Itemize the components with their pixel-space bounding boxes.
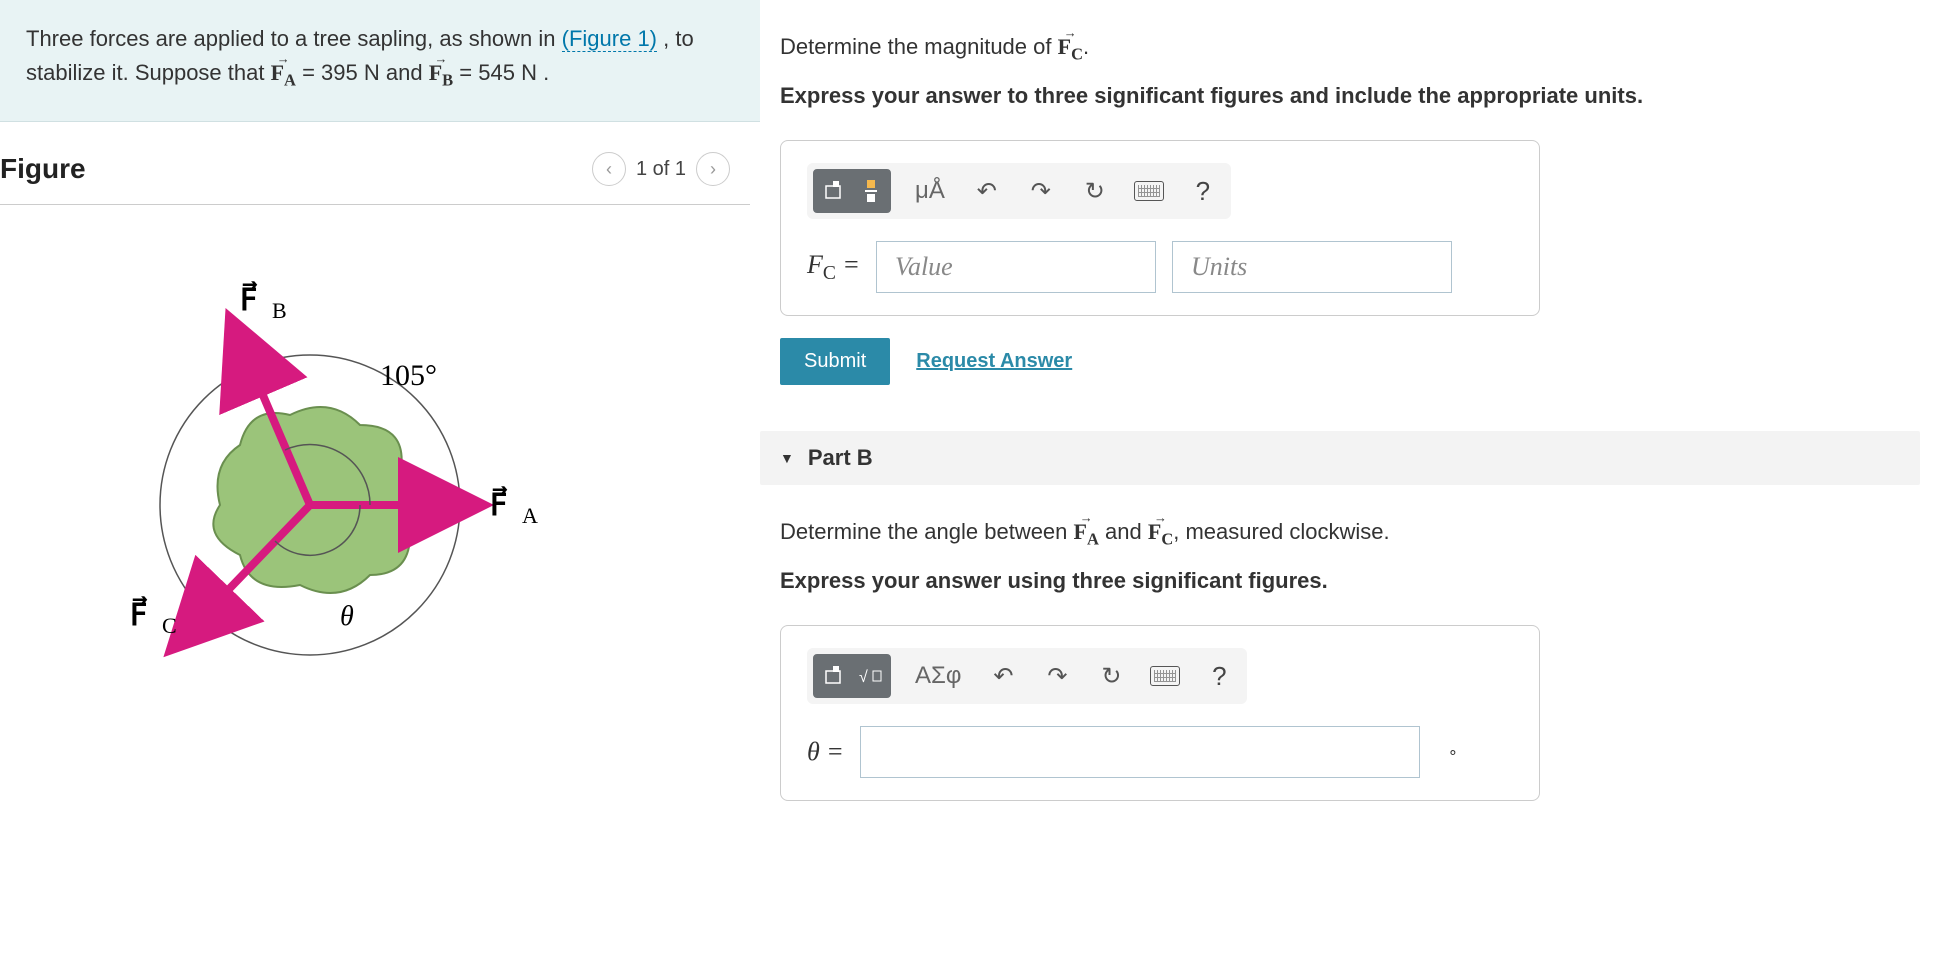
fraction-icon[interactable] [853, 171, 889, 211]
problem-intro: Three forces are applied to a tree sapli… [26, 26, 562, 51]
undo-icon-b[interactable]: ↶ [985, 656, 1021, 696]
svg-text:√: √ [859, 669, 868, 686]
vector-fa: →FA [271, 60, 296, 85]
parta-answer-box: μÅ ↶ ↷ ↻ ? FC = Value Units [780, 140, 1540, 316]
template-buttons-b: √ [813, 654, 891, 698]
problem-statement: Three forces are applied to a tree sapli… [0, 0, 760, 122]
figure-link[interactable]: (Figure 1) [562, 26, 657, 52]
undo-icon[interactable]: ↶ [969, 171, 1005, 211]
partb-prompt: Determine the angle between →FA and →FC,… [780, 515, 1920, 552]
vector-fc-prompt: →FC [1058, 34, 1083, 59]
fb-value: = 545 N . [453, 60, 549, 85]
degree-symbol: ∘ [1448, 742, 1458, 762]
request-answer-link[interactable]: Request Answer [916, 350, 1072, 373]
svg-text:A: A [522, 503, 538, 528]
prev-figure-button[interactable]: ‹ [592, 152, 626, 186]
template-buttons [813, 169, 891, 213]
template-rect-icon[interactable] [815, 171, 851, 211]
pager-label: 1 of 1 [636, 158, 686, 181]
problem-and: and [386, 60, 429, 85]
vector-fb: →FB [429, 60, 453, 85]
units-input[interactable]: Units [1172, 241, 1452, 293]
svg-text:C: C [162, 613, 177, 638]
partb-toolbar: √ ΑΣφ ↶ ↷ ↻ ? [807, 648, 1247, 704]
partb-instruction: Express your answer using three signific… [780, 564, 1920, 597]
svg-text:F⃗: F⃗ [490, 486, 507, 522]
partb-prompt-post: , measured clockwise. [1173, 519, 1389, 544]
svg-text:F⃗: F⃗ [240, 281, 257, 317]
parta-lhs: FC = [807, 250, 860, 285]
figure-heading: Figure [0, 153, 86, 185]
figure-diagram: F⃗ B 105° F⃗ A F⃗ C θ [0, 205, 750, 750]
reset-icon[interactable]: ↻ [1077, 171, 1113, 211]
fa-value: = 395 N [296, 60, 380, 85]
units-button[interactable]: μÅ [909, 177, 951, 205]
vector-fc-b: →FC [1148, 519, 1173, 544]
value-input[interactable]: Value [876, 241, 1156, 293]
next-figure-button[interactable]: › [696, 152, 730, 186]
parta-prompt-post: . [1083, 34, 1089, 59]
template-rect-icon-b[interactable] [815, 656, 851, 696]
redo-icon[interactable]: ↷ [1023, 171, 1059, 211]
partb-prompt-mid: and [1105, 519, 1148, 544]
submit-button[interactable]: Submit [780, 338, 890, 385]
parta-instruction: Express your answer to three significant… [780, 79, 1920, 112]
svg-text:θ: θ [340, 601, 354, 632]
partb-title: Part B [808, 445, 873, 471]
theta-input[interactable] [860, 726, 1420, 778]
vector-fa-b: →FA [1074, 519, 1099, 544]
svg-text:F⃗: F⃗ [130, 596, 147, 632]
redo-icon-b[interactable]: ↷ [1039, 656, 1075, 696]
partb-answer-box: √ ΑΣφ ↶ ↷ ↻ ? θ = ∘ [780, 625, 1540, 801]
partb-prompt-pre: Determine the angle between [780, 519, 1074, 544]
keyboard-icon[interactable] [1131, 171, 1167, 211]
keyboard-icon-b[interactable] [1147, 656, 1183, 696]
reset-icon-b[interactable]: ↻ [1093, 656, 1129, 696]
partb-header[interactable]: ▼ Part B [760, 431, 1920, 485]
parta-toolbar: μÅ ↶ ↷ ↻ ? [807, 163, 1231, 219]
figure-pager: ‹ 1 of 1 › [592, 152, 730, 186]
collapse-caret-icon: ▼ [780, 450, 794, 466]
greek-button[interactable]: ΑΣφ [909, 662, 967, 690]
help-icon[interactable]: ? [1185, 171, 1221, 211]
svg-text:105°: 105° [380, 359, 437, 392]
parta-prompt: Determine the magnitude of →FC. [780, 30, 1920, 67]
parta-prompt-pre: Determine the magnitude of [780, 34, 1058, 59]
root-icon[interactable]: √ [853, 656, 889, 696]
partb-lhs: θ = [807, 737, 844, 767]
help-icon-b[interactable]: ? [1201, 656, 1237, 696]
svg-text:B: B [272, 298, 287, 323]
